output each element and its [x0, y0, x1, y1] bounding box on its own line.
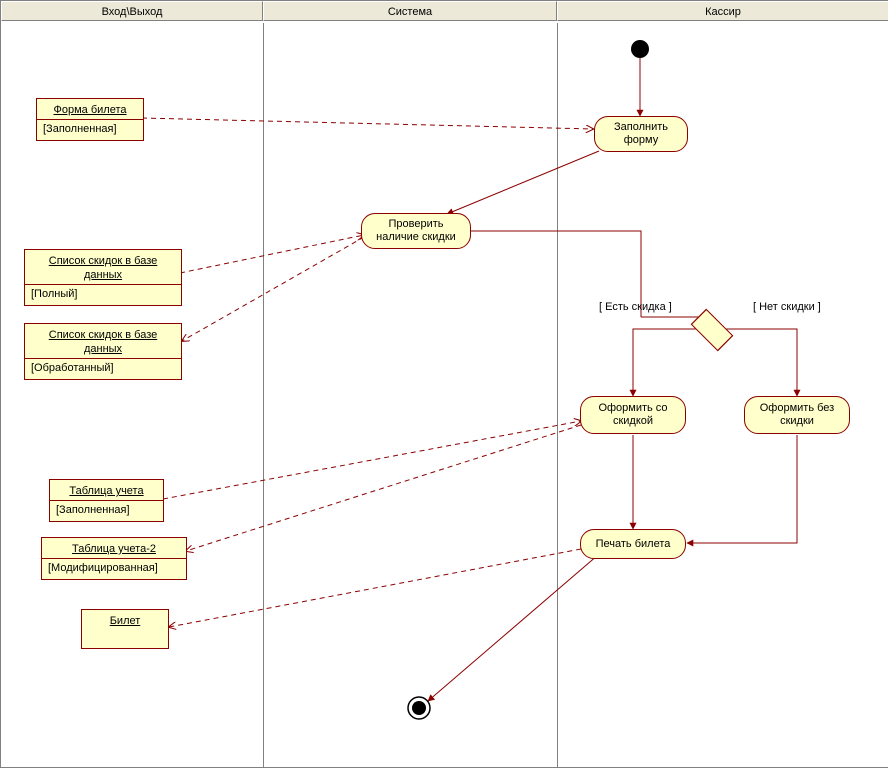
object-title: Список скидок в базе данных [31, 328, 175, 356]
object-discount-list-processed: Список скидок в базе данных [Обработанны… [24, 323, 182, 380]
object-state: [Модифицированная] [48, 561, 180, 575]
lane-divider-2 [557, 23, 558, 767]
object-title: Список скидок в базе данных [31, 254, 175, 282]
lane-header-cashier: Кассир [557, 1, 888, 21]
activity-label: Проверить наличие скидки [368, 218, 464, 244]
object-discount-list-full: Список скидок в базе данных [Полный] [24, 249, 182, 306]
object-state: [Заполненная] [43, 122, 137, 136]
activity-label: Заполнить форму [601, 121, 681, 147]
object-account-table-2: Таблица учета-2 [Модифицированная] [41, 537, 187, 580]
object-title: Форма билета [43, 103, 137, 117]
decision-has-discount [691, 309, 734, 352]
activity-label: Оформить без скидки [751, 402, 843, 428]
activity-issue-without-discount: Оформить без скидки [744, 396, 850, 434]
activity-fill-form: Заполнить форму [594, 116, 688, 152]
final-node-outer [408, 697, 430, 719]
object-title: Таблица учета [56, 484, 157, 498]
initial-node [631, 40, 649, 58]
object-account-table: Таблица учета [Заполненная] [49, 479, 164, 522]
object-state: [Заполненная] [56, 503, 157, 517]
activity-label: Оформить со скидкой [587, 402, 679, 428]
activity-issue-with-discount: Оформить со скидкой [580, 396, 686, 434]
guard-has-discount: [ Есть скидка ] [599, 301, 672, 313]
guard-no-discount: [ Нет скидки ] [753, 301, 821, 313]
lane-divider-1 [263, 23, 264, 767]
object-ticket: Билет [81, 609, 169, 649]
object-ticket-form: Форма билета [Заполненная] [36, 98, 144, 141]
activity-label: Печать билета [596, 538, 671, 551]
final-node [412, 701, 426, 715]
activity-print-ticket: Печать билета [580, 529, 686, 559]
object-title: Таблица учета-2 [48, 542, 180, 556]
activity-check-discount: Проверить наличие скидки [361, 213, 471, 249]
activity-diagram-canvas: Вход\Выход Система Кассир [0, 0, 888, 768]
lane-header-io: Вход\Выход [1, 1, 263, 21]
object-state: [Обработанный] [31, 361, 175, 375]
object-title: Билет [88, 614, 162, 628]
object-state: [Полный] [31, 287, 175, 301]
lane-header-system: Система [263, 1, 557, 21]
